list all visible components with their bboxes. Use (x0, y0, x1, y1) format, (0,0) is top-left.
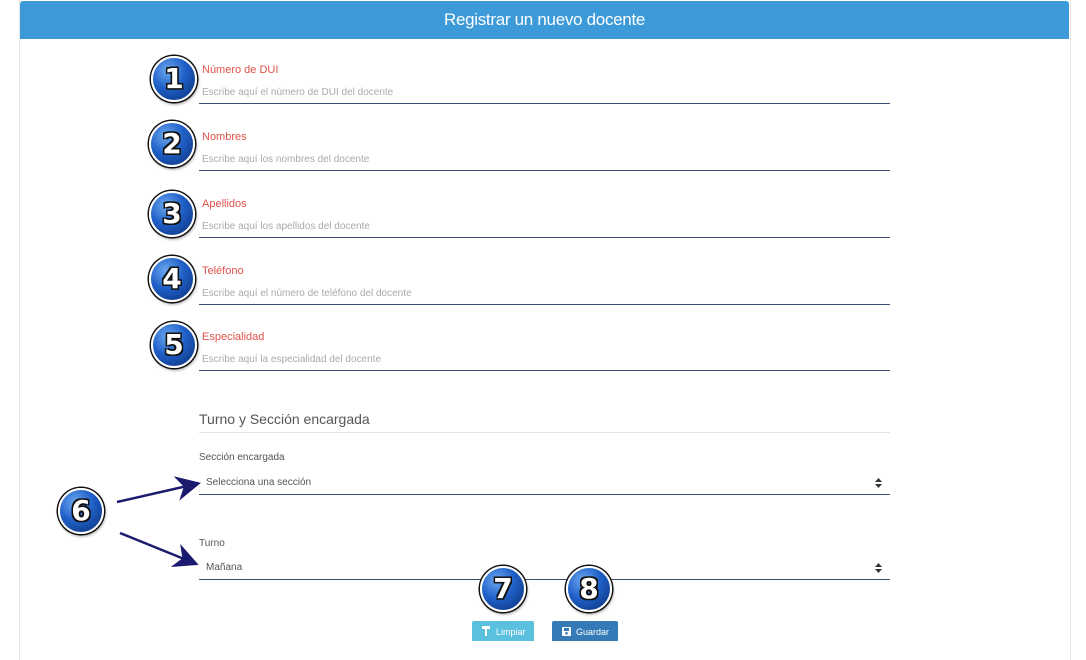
step-badge-7: 7 (480, 566, 526, 612)
step-badge-8: 8 (566, 566, 612, 612)
step-badge-6: 6 (58, 488, 104, 534)
arrow-to-seccion-core (116, 476, 201, 504)
step-badge-4: 4 (149, 256, 195, 302)
step-badge-2: 2 (149, 121, 195, 167)
step-badge-5: 5 (151, 322, 197, 368)
step-badge-3: 3 (149, 191, 195, 237)
arrow-to-turno-core (119, 531, 199, 568)
step-badge-1: 1 (151, 56, 197, 102)
